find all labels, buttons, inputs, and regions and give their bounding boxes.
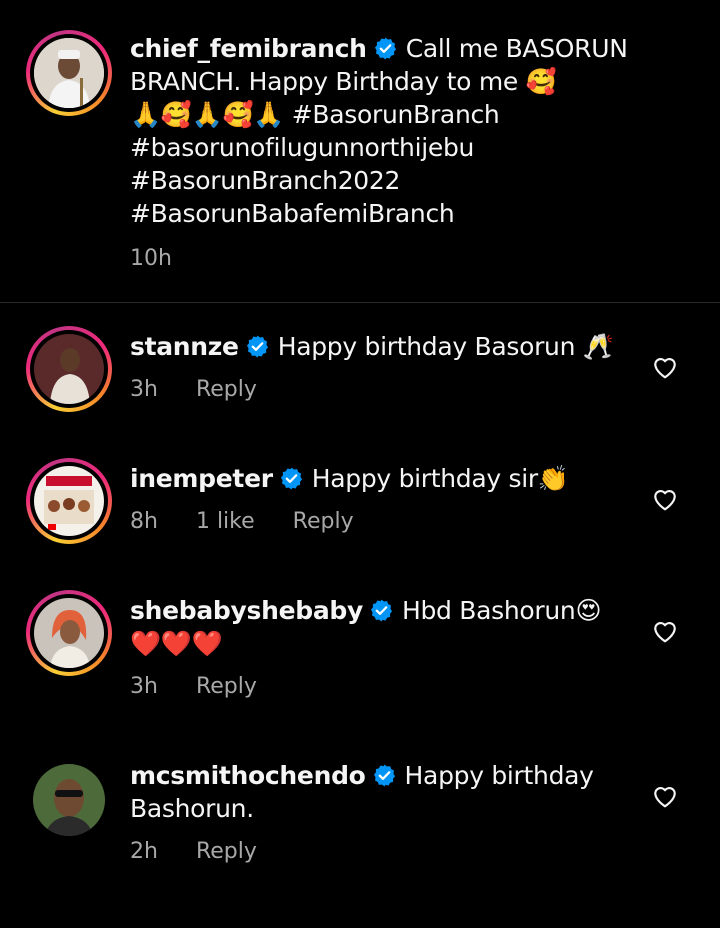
comment-text: mcsmithochendo Happy birthday Bashorun. — [130, 759, 630, 825]
heart-icon[interactable] — [652, 619, 678, 643]
comment-timestamp: 3h — [130, 674, 158, 699]
caption-meta: 10h — [130, 246, 680, 271]
comment-text: stannze Happy birthday Basorun 🥂 — [130, 330, 630, 363]
reply-button[interactable]: Reply — [196, 839, 257, 864]
caption-hashtag-3[interactable]: #BasorunBabafemiBranch — [130, 197, 680, 230]
caption-text: chief_femibranch Call me BASORUN BRANCH. … — [130, 32, 680, 230]
comment-meta: 8h 1 like Reply — [130, 509, 630, 534]
comment-text: shebabyshebaby Hbd Bashorun😍❤️❤️❤️ — [130, 594, 630, 660]
verified-badge-icon — [373, 764, 395, 787]
comment-meta: 3h Reply — [130, 377, 630, 402]
reply-button[interactable]: Reply — [196, 674, 257, 699]
caption-avatar-story-ring[interactable] — [26, 30, 112, 116]
heart-icon[interactable] — [652, 784, 678, 808]
comment-username[interactable]: stannze — [130, 332, 239, 361]
reply-button[interactable]: Reply — [293, 509, 354, 534]
avatar[interactable] — [33, 764, 105, 836]
reply-button[interactable]: Reply — [196, 377, 257, 402]
caption-username[interactable]: chief_femibranch — [130, 34, 367, 63]
divider — [0, 302, 720, 303]
comment-username[interactable]: shebabyshebaby — [130, 596, 363, 625]
comment-avatar-story-ring[interactable] — [26, 590, 112, 676]
caption-line-2: 🙏🥰🙏🥰🙏 #BasorunBranch — [130, 100, 500, 129]
verified-badge-icon — [280, 467, 302, 490]
avatar — [34, 38, 104, 108]
caption-hashtag-1[interactable]: #basorunofilugunnorthijebu — [130, 131, 680, 164]
comment-meta: 2h Reply — [130, 839, 630, 864]
verified-badge-icon — [370, 599, 393, 622]
comment-meta: 3h Reply — [130, 674, 630, 699]
comment-username[interactable]: inempeter — [130, 464, 273, 493]
comment-timestamp: 2h — [130, 839, 158, 864]
comment-body: Happy birthday Basorun 🥂 — [277, 332, 614, 361]
verified-badge-icon — [374, 37, 396, 60]
caption-section: chief_femibranch Call me BASORUN BRANCH. … — [0, 0, 720, 302]
heart-icon[interactable] — [652, 487, 678, 511]
like-count[interactable]: 1 like — [196, 509, 255, 534]
comment-avatar-story-ring[interactable] — [26, 458, 112, 544]
caption-timestamp: 10h — [130, 246, 172, 271]
comment-username[interactable]: mcsmithochendo — [130, 761, 366, 790]
avatar — [34, 598, 104, 668]
comment-timestamp: 8h — [130, 509, 158, 534]
comment-body: Happy birthday sir👏 — [311, 464, 569, 493]
comment-text: inempeter Happy birthday sir👏 — [130, 462, 630, 495]
avatar — [34, 466, 104, 536]
verified-badge-icon — [246, 335, 268, 358]
avatar — [34, 334, 104, 404]
comment-timestamp: 3h — [130, 377, 158, 402]
heart-icon[interactable] — [652, 355, 678, 379]
caption-hashtag-2[interactable]: #BasorunBranch2022 — [130, 164, 680, 197]
comment-avatar-story-ring[interactable] — [26, 326, 112, 412]
